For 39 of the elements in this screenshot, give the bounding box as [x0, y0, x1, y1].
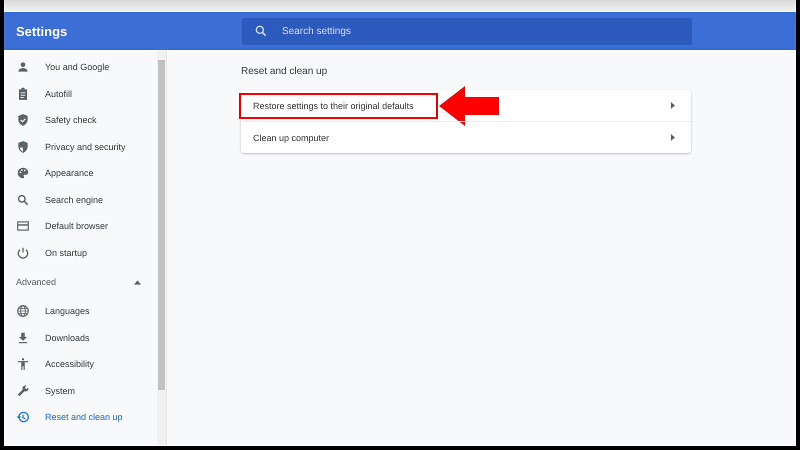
power-icon [16, 246, 30, 260]
sidebar-item[interactable]: Languages [4, 298, 157, 324]
sidebar-item[interactable]: Accessibility [4, 351, 157, 378]
download-icon [16, 330, 30, 345]
sidebar-item[interactable]: Autofill [4, 80, 157, 107]
sidebar-item[interactable]: Privacy and security [4, 134, 157, 160]
sidebar-item[interactable]: System [4, 378, 157, 404]
section-title: Reset and clean up [241, 66, 328, 77]
page-title: Settings [15, 24, 68, 38]
sidebar-item[interactable]: Search engine [4, 186, 157, 213]
caret-icon [671, 102, 675, 109]
advanced-section-toggle[interactable]: Advanced [4, 266, 157, 298]
sidebar-item[interactable]: Default browser [4, 213, 157, 240]
highlight-frame: Clean up computer [239, 124, 344, 150]
shieldcheck-icon [16, 113, 30, 128]
highlight-frame: Restore settings to their original defaults [239, 92, 438, 118]
sidebar-item[interactable]: On startup [4, 240, 157, 266]
sidebar-item[interactable]: Reset and clean up [4, 404, 157, 430]
settings-row[interactable]: Clean up computer [241, 121, 691, 153]
globe-icon [16, 304, 30, 318]
accessibility-icon [16, 357, 30, 372]
person-icon [16, 60, 30, 74]
palette-icon [16, 166, 30, 180]
clipboard-icon [16, 86, 30, 101]
history-icon [16, 410, 30, 424]
pointer-arrow-icon [439, 86, 499, 126]
sidebar-item[interactable]: Downloads [4, 324, 157, 351]
shield-icon [16, 140, 30, 154]
sidebar-item[interactable]: Safety check [4, 107, 157, 134]
search-field[interactable]: Search settings [242, 18, 692, 44]
scrollbar[interactable] [157, 50, 166, 446]
caret-icon [134, 280, 141, 284]
settings-row[interactable]: Restore settings to their original defaults [241, 90, 691, 121]
wrench-icon [16, 384, 30, 398]
caret-icon [671, 134, 675, 141]
search-icon [16, 192, 30, 207]
sidebar-item[interactable]: Appearance [4, 160, 157, 186]
browser-icon [16, 219, 30, 234]
sidebar-item[interactable]: You and Google [4, 54, 157, 80]
